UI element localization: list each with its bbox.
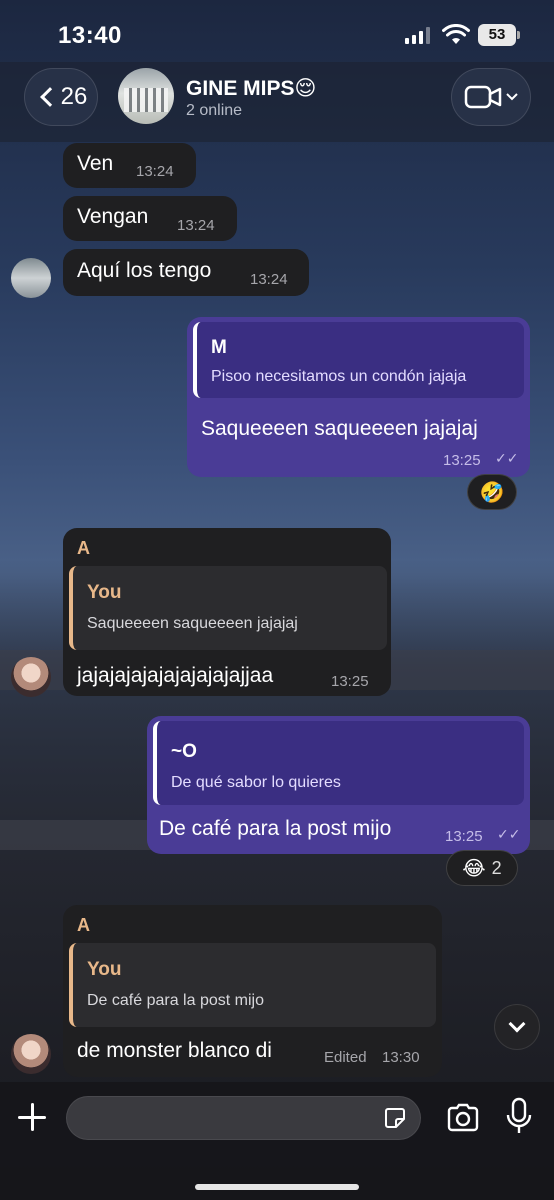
message-text: Vengan (77, 205, 149, 228)
reply-quote[interactable]: You De café para la post mijo (69, 943, 436, 1027)
quote-text: De qué sabor lo quieres (171, 774, 341, 791)
message-time: 13:24 (250, 271, 288, 288)
chat-title[interactable]: GINE MIPS😌 (186, 76, 316, 101)
message-bubble-outgoing[interactable]: M Pisoo necesitamos un condón jajaja Saq… (187, 317, 530, 477)
message-time: 13:24 (177, 217, 215, 234)
message-bubble-incoming[interactable]: Ven 13:24 (63, 143, 196, 188)
sender-name[interactable]: A (77, 915, 90, 936)
message-input[interactable] (83, 1097, 363, 1139)
scroll-to-bottom-button[interactable] (494, 1004, 540, 1050)
online-status: 2 online (186, 102, 243, 119)
sender-name[interactable]: A (77, 538, 90, 559)
video-call-button[interactable] (451, 68, 531, 126)
message-bubble-incoming[interactable]: Aquí los tengo 13:24 (63, 249, 309, 296)
home-indicator (195, 1184, 359, 1190)
message-time: 13:25 (445, 828, 483, 845)
message-text: Aquí los tengo (77, 259, 212, 282)
wifi-icon (442, 24, 470, 44)
reply-quote[interactable]: ~O De qué sabor lo quieres (153, 721, 524, 805)
status-bar: 13:40 53 (0, 0, 554, 70)
quote-text: De café para la post mijo (87, 992, 264, 1009)
microphone-icon[interactable] (506, 1097, 532, 1135)
message-bubble-incoming[interactable]: A You De café para la post mijo de monst… (63, 905, 442, 1077)
chevron-left-icon (39, 87, 60, 107)
message-time: 13:24 (136, 163, 174, 180)
chat-header: 26 GINE MIPS😌 2 online (0, 62, 554, 142)
message-input-container[interactable] (66, 1096, 421, 1140)
chevron-down-icon (508, 1015, 526, 1033)
sticker-icon[interactable] (384, 1107, 406, 1129)
message-text: jajajajajajajajajajajjaa (77, 664, 274, 687)
quote-text: Pisoo necesitamos un condón jajaja (211, 368, 467, 385)
message-bubble-incoming[interactable]: Vengan 13:24 (63, 196, 237, 241)
message-bubble-incoming[interactable]: A You Saqueeeen saqueeeen jajajaj jajaja… (63, 528, 391, 696)
sender-avatar[interactable] (11, 258, 51, 298)
message-time: 13:30 (382, 1049, 420, 1066)
plus-icon[interactable] (14, 1099, 50, 1135)
message-text: Ven (77, 152, 114, 175)
message-text: de monster blanco di (77, 1039, 272, 1062)
back-button[interactable]: 26 (24, 68, 98, 126)
video-camera-icon (464, 85, 502, 109)
sender-avatar[interactable] (11, 1034, 51, 1074)
status-time: 13:40 (58, 22, 122, 49)
quote-author: ~O (171, 741, 197, 762)
read-receipt-icon: ✓✓ (497, 826, 521, 842)
message-time: 13:25 (331, 673, 369, 690)
message-composer (0, 1082, 554, 1200)
quote-text: Saqueeeen saqueeeen jajajaj (87, 615, 298, 632)
message-time: 13:25 (443, 452, 481, 469)
read-receipt-icon: ✓✓ (495, 450, 519, 466)
group-avatar[interactable] (118, 68, 174, 124)
unread-count: 26 (60, 83, 88, 110)
sender-avatar[interactable] (11, 657, 51, 697)
reaction-badge[interactable]: 😂 2 (446, 850, 518, 886)
quote-author: You (87, 582, 122, 603)
message-text: De café para la post mijo (159, 817, 392, 840)
reply-quote[interactable]: You Saqueeeen saqueeeen jajajaj (69, 566, 387, 650)
cellular-signal-icon (405, 26, 430, 44)
camera-icon[interactable] (445, 1100, 481, 1136)
reaction-emoji: 🤣 (479, 481, 505, 504)
edited-label: Edited (324, 1049, 367, 1066)
chevron-down-icon (506, 93, 518, 101)
battery-icon: 53 (478, 24, 520, 46)
message-text: Saqueeeen saqueeeen jajajaj (201, 417, 478, 440)
reaction-badge[interactable]: 🤣 (467, 474, 517, 510)
reply-quote[interactable]: M Pisoo necesitamos un condón jajaja (193, 322, 524, 398)
quote-author: You (87, 959, 122, 980)
message-bubble-outgoing[interactable]: ~O De qué sabor lo quieres De café para … (147, 716, 530, 854)
reaction-emoji: 😂 (462, 857, 486, 880)
quote-author: M (211, 337, 227, 358)
reaction-count: 2 (491, 857, 502, 878)
